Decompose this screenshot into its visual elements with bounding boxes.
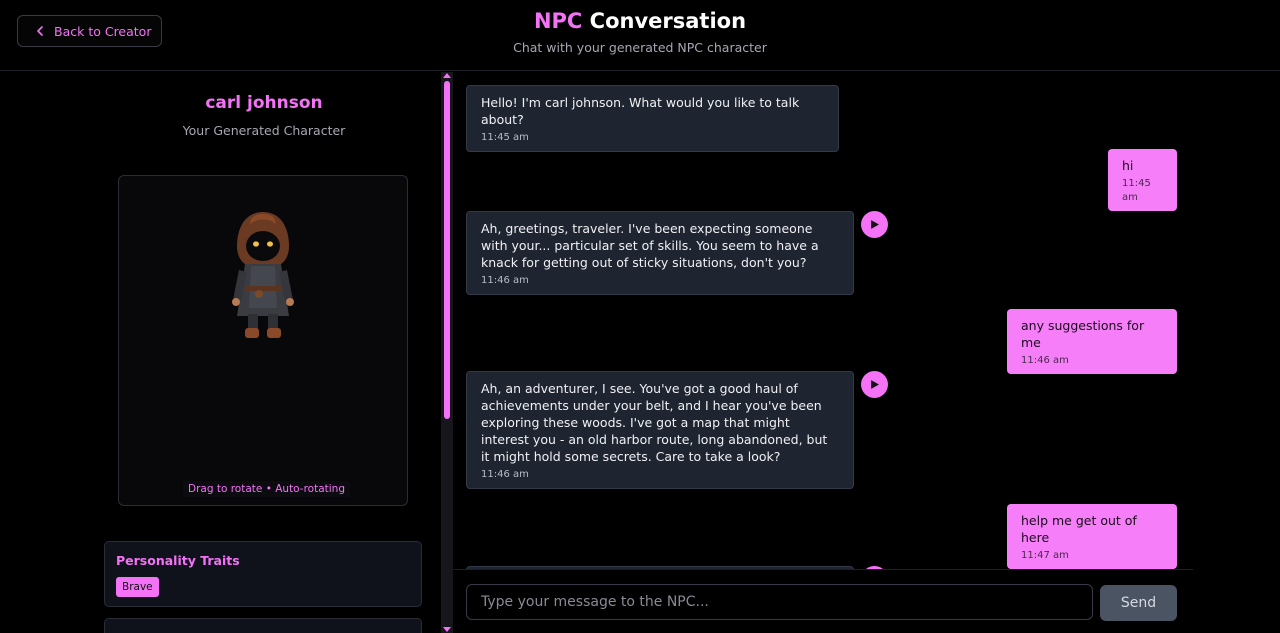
message-input[interactable] (466, 584, 1093, 620)
personality-traits-title: Personality Traits (116, 553, 240, 568)
message-composer: Send (453, 569, 1193, 633)
viewer-hint: Drag to rotate • Auto-rotating (183, 481, 351, 497)
send-button[interactable]: Send (1100, 585, 1177, 621)
message-text: Ah, an adventurer, I see. You've got a g… (481, 381, 828, 464)
character-panel: carl johnson Your Generated Character Dr… (0, 72, 440, 633)
message-time: 11:45 am (481, 132, 529, 143)
left-panel-scrollbar[interactable] (441, 72, 453, 633)
npc-message: Ah, an adventurer, I see. You've got a g… (466, 371, 854, 489)
page-title-rest: Conversation (582, 9, 747, 33)
trait-badge: Brave (116, 577, 159, 597)
chat-messages: Hello! I'm carl johnson. What would you … (453, 72, 1193, 569)
page-header: Back to Creator NPC Conversation Chat wi… (0, 0, 1280, 71)
message-text: help me get out of here (1021, 513, 1137, 545)
message-time: 11:47 am (1021, 550, 1069, 561)
character-info-card (104, 618, 422, 633)
message-time: 11:46 am (1021, 355, 1069, 366)
page-title: NPC Conversation (0, 9, 1280, 33)
message-text: any suggestions for me (1021, 318, 1145, 350)
play-icon (871, 380, 879, 389)
message-time: 11:46 am (481, 469, 529, 480)
page-subtitle: Chat with your generated NPC character (513, 40, 767, 55)
user-message: help me get out of here 11:47 am (1007, 504, 1177, 569)
message-text: hi (1122, 158, 1134, 173)
scroll-up-arrow-icon[interactable] (443, 73, 451, 78)
scroll-down-arrow-icon[interactable] (443, 627, 451, 632)
user-message: hi 11:45 am (1108, 149, 1177, 211)
message-text: Ah, greetings, traveler. I've been expec… (481, 221, 819, 270)
npc-message: Hello! I'm carl johnson. What would you … (466, 85, 839, 152)
scrollbar-thumb[interactable] (444, 81, 450, 419)
play-audio-button[interactable] (861, 371, 888, 398)
page-title-accent: NPC (533, 9, 583, 33)
personality-traits-card: Personality Traits Brave (104, 541, 422, 607)
user-message: any suggestions for me 11:46 am (1007, 309, 1177, 374)
npc-message: Ah, greetings, traveler. I've been expec… (466, 211, 854, 295)
play-audio-button[interactable] (861, 211, 888, 238)
character-model-image (232, 212, 294, 338)
message-text: Hello! I'm carl johnson. What would you … (481, 95, 800, 127)
message-time: 11:45 am (1122, 178, 1151, 203)
message-time: 11:46 am (481, 275, 529, 286)
character-3d-viewer[interactable]: Drag to rotate • Auto-rotating (118, 175, 408, 506)
play-icon (871, 220, 879, 229)
